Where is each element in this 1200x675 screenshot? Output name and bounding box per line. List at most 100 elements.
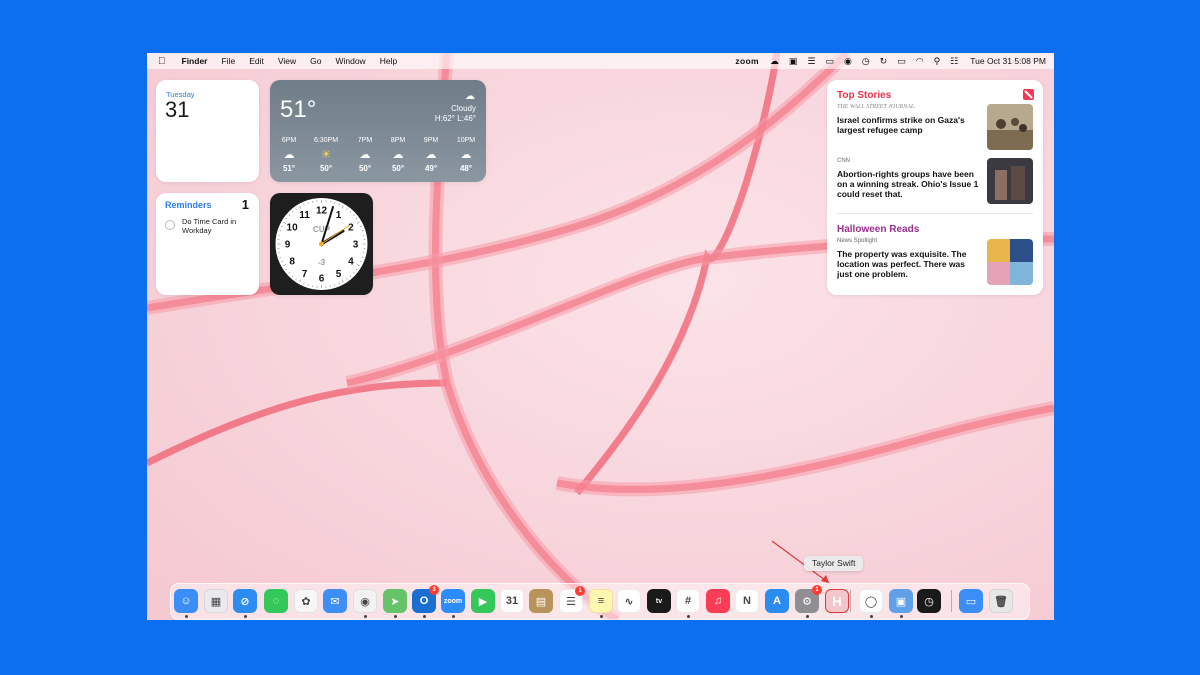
- clock-number: 6: [319, 274, 325, 285]
- clock-widget[interactable]: 12 1 2 3 4 5 6 7 8 9 10 11 CUP -3: [270, 193, 373, 295]
- dock-app-notes[interactable]: ≡: [589, 589, 613, 613]
- sunset-icon: ☀: [321, 149, 331, 161]
- news-headline[interactable]: Israel confirms strike on Gaza's largest…: [837, 115, 979, 135]
- dock-app-slack[interactable]: #: [676, 589, 700, 613]
- reminders-widget[interactable]: Reminders 1 Do Time Card in Workday: [156, 193, 259, 295]
- malwarebytes-icon[interactable]: ◉: [844, 56, 852, 67]
- search-icon[interactable]: ⚲: [934, 56, 941, 67]
- dock-app-app-store[interactable]: A: [765, 589, 789, 613]
- dock-app-music[interactable]: ♫: [706, 589, 730, 613]
- clock-number: 12: [316, 206, 328, 217]
- script-icon[interactable]: ☰: [807, 56, 815, 67]
- notification-badge: 3: [429, 585, 439, 595]
- dock-app-glyph: ▣: [895, 595, 907, 608]
- dock-app-facetime[interactable]: ▶: [471, 589, 495, 613]
- clock-face: 12 1234567891011 CUP -3: [275, 198, 368, 290]
- running-indicator: [686, 615, 690, 618]
- cloud-icon: ☁: [425, 149, 437, 161]
- dock-app-system-settings[interactable]: ⚙ 1: [795, 585, 822, 613]
- news-thumbnail[interactable]: [987, 104, 1033, 150]
- dock-app-podcasts-alt[interactable]: ◯: [859, 589, 883, 613]
- forecast-temp: 50°: [358, 164, 372, 173]
- dock-app-maps[interactable]: ➤: [383, 589, 407, 613]
- dock-app-preview[interactable]: ▣: [889, 589, 913, 613]
- running-indicator: [805, 615, 809, 618]
- dock-app-zoom[interactable]: zoom: [441, 589, 465, 613]
- dock-app-glyph: O: [419, 595, 429, 607]
- dock-app-glyph: ⚙: [802, 595, 812, 608]
- cloud-icon[interactable]: ☁: [770, 56, 779, 67]
- zoom-menu-extra[interactable]: zoom: [735, 56, 758, 66]
- timer-icon[interactable]: ◷: [862, 56, 870, 67]
- apple-menu-icon[interactable]: : [147, 56, 175, 67]
- forecast-temp: 51°: [282, 164, 296, 173]
- dock-app-outlook[interactable]: O3: [412, 585, 439, 613]
- menu-go[interactable]: Go: [303, 56, 328, 66]
- clock-number: 11: [299, 210, 310, 221]
- forecast-hour: 10PM ☁ 48°: [450, 137, 482, 173]
- weather-temp: 51°: [280, 96, 317, 123]
- running-indicator: [422, 615, 426, 618]
- dock-app-messages[interactable]: ◌: [264, 589, 288, 613]
- menu-help[interactable]: Help: [373, 56, 404, 66]
- dock-app-glyph: #: [684, 595, 692, 607]
- notification-badge: 1: [812, 585, 822, 595]
- dock-app-photos[interactable]: ✿: [294, 589, 318, 613]
- dock-app-glyph: H: [832, 593, 842, 609]
- cloud-icon: ☁: [392, 149, 404, 161]
- dock-app-launchpad[interactable]: ▦: [204, 589, 228, 613]
- news-headline[interactable]: Abortion-rights groups have been on a wi…: [837, 169, 979, 199]
- dock-app-glyph: ➤: [390, 595, 400, 608]
- menu-bar-extras: zoom ☁ ▣ ☰ ▭ ◉ ◷ ↻ ▭ ◠ ⚲ ☷ Tue Oct 31 5:…: [735, 56, 1054, 67]
- dock-app-clock[interactable]: ◷: [917, 589, 941, 613]
- menu-window[interactable]: Window: [328, 56, 372, 66]
- reminder-checkbox[interactable]: [165, 220, 175, 230]
- dock-app-bear[interactable]: ▤: [529, 589, 553, 613]
- dock-app-glyph: ⊘: [240, 595, 250, 608]
- dock-app-glyph: zoom: [443, 597, 463, 605]
- menu-clock[interactable]: Tue Oct 31 5:08 PM: [963, 56, 1046, 66]
- dock-app-trash[interactable]: 🗑: [989, 589, 1013, 613]
- menu-file[interactable]: File: [214, 56, 242, 66]
- dock-app-news[interactable]: N: [735, 589, 759, 613]
- dock-app-mail[interactable]: ✉: [323, 589, 347, 613]
- wifi-icon[interactable]: ◠: [916, 56, 924, 67]
- calendar-widget[interactable]: Tuesday 31: [156, 80, 259, 182]
- dock-app-safari[interactable]: ⊘: [233, 589, 257, 613]
- battery-icon[interactable]: ▭: [897, 56, 906, 67]
- menu-app-name[interactable]: Finder: [175, 56, 215, 66]
- running-indicator: [363, 615, 367, 618]
- dock-app-calendar[interactable]: 31: [500, 589, 524, 613]
- display-icon[interactable]: ▭: [825, 56, 834, 67]
- dock-separator: [951, 590, 952, 612]
- desktop-screen:  Finder File Edit View Go Window Help z…: [147, 53, 1054, 620]
- dock-app-finder[interactable]: ☺: [174, 589, 198, 613]
- news-thumbnail[interactable]: [987, 239, 1033, 285]
- weather-condition: Cloudy: [451, 104, 476, 113]
- sync-icon[interactable]: ↻: [880, 56, 888, 67]
- clock-offset: -3: [318, 258, 326, 267]
- news-headline[interactable]: The property was exquisite. The location…: [837, 249, 979, 279]
- dock-app-glyph: N: [743, 595, 751, 607]
- menu-view[interactable]: View: [271, 56, 303, 66]
- dock-app-glyph: ▤: [535, 595, 547, 608]
- screen-icon[interactable]: ▣: [789, 56, 798, 67]
- forecast-temp: 50°: [319, 164, 333, 173]
- dock-app-glyph: ◌: [272, 595, 280, 607]
- dock-app-taylor-swift[interactable]: H: [825, 589, 849, 613]
- dock-app-downloads[interactable]: ▭: [959, 589, 983, 613]
- forecast-time: 9PM: [423, 137, 439, 144]
- dock-app-reminders[interactable]: ☰ 1: [559, 586, 585, 613]
- news-thumbnail[interactable]: [987, 158, 1033, 204]
- menu-edit[interactable]: Edit: [242, 56, 271, 66]
- dock-app-freeform[interactable]: ∿: [617, 589, 641, 613]
- dock-app-glyph: ☰: [566, 595, 576, 608]
- control-center-icon[interactable]: ☷: [950, 56, 958, 67]
- dock-app-chrome[interactable]: ◉: [353, 589, 377, 613]
- dock: ☺ ▦ ⊘ ◌ ✿ ✉ ◉ ➤ O 3 zoom ▶ 31 ▤ ☰ 1 ≡ ∿ tv # ♫ N A ⚙ 1 H ◯ ▣ ◷ ▭ 🗑: [170, 583, 1030, 620]
- reminder-item[interactable]: Do Time Card in Workday: [182, 217, 252, 235]
- weather-widget[interactable]: 51° ☁ Cloudy H:62° L:46° 6PM ☁ 51° 6:30P…: [270, 80, 486, 182]
- clock-number: 10: [287, 223, 299, 234]
- dock-app-apple-tv[interactable]: tv: [647, 589, 671, 613]
- news-widget[interactable]: Top Stories THE WALL STREET JOURNAL. Isr…: [827, 80, 1043, 295]
